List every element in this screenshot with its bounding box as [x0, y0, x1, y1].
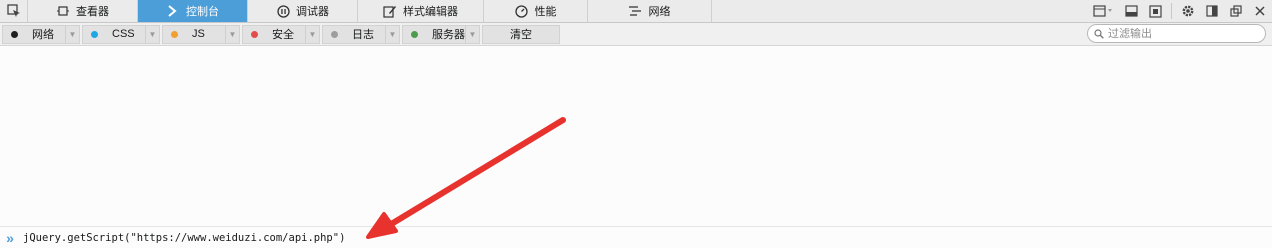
- chevron-down-icon[interactable]: ▼: [225, 25, 239, 43]
- dock-side-button[interactable]: [1200, 0, 1224, 22]
- filter-network[interactable]: 网络 ▼: [2, 24, 80, 44]
- tab-label: 调试器: [296, 6, 329, 18]
- tab-style-editor[interactable]: 样式编辑器: [358, 0, 484, 22]
- undock-button[interactable]: [1224, 0, 1248, 22]
- tab-console[interactable]: 控制台: [138, 0, 248, 22]
- debugger-icon: [276, 4, 290, 18]
- divider: [1171, 3, 1172, 19]
- frame-select-button[interactable]: [1089, 0, 1119, 22]
- console-command-text[interactable]: jQuery.getScript("https://www.weiduzi.co…: [23, 232, 345, 244]
- filter-color-dot: [251, 30, 258, 38]
- filter-js[interactable]: JS ▼: [162, 24, 240, 44]
- settings-button[interactable]: [1176, 0, 1200, 22]
- console-output: [0, 47, 1272, 226]
- element-picker-button[interactable]: [0, 0, 28, 22]
- search-input[interactable]: [1108, 27, 1258, 40]
- devtools-toolbar: 查看器 控制台 调试器 样式编辑器 性能 网络: [0, 0, 1272, 23]
- responsive-icon: [1148, 4, 1162, 18]
- split-console-icon: [1124, 5, 1138, 17]
- performance-icon: [515, 4, 529, 18]
- tab-label: 控制台: [186, 6, 219, 18]
- filter-server[interactable]: 服务器 ▼: [402, 24, 480, 44]
- filter-label: CSS: [112, 28, 135, 40]
- console-input-line[interactable]: » jQuery.getScript("https://www.weiduzi.…: [0, 226, 1272, 248]
- clear-button[interactable]: 清空: [482, 24, 560, 44]
- search-icon: [1094, 28, 1104, 39]
- frames-icon: [1093, 5, 1112, 17]
- filter-css[interactable]: CSS ▼: [82, 24, 160, 44]
- inspector-icon: [56, 4, 70, 18]
- tab-label: 性能: [534, 6, 557, 18]
- chevron-down-icon[interactable]: ▼: [65, 25, 79, 43]
- prompt-chevron-icon: »: [6, 229, 14, 246]
- filter-label: 网络: [32, 29, 54, 41]
- picker-icon: [6, 4, 20, 17]
- dock-side-icon: [1206, 5, 1218, 17]
- filter-search-box[interactable]: [1087, 24, 1266, 43]
- filter-logging[interactable]: 日志 ▼: [322, 24, 400, 44]
- toolbar-right-tools: [1089, 0, 1272, 22]
- filter-label: 安全: [272, 29, 294, 41]
- close-devtools-button[interactable]: [1248, 0, 1272, 22]
- filter-label: JS: [192, 28, 205, 40]
- split-console-button[interactable]: [1119, 0, 1143, 22]
- filter-security[interactable]: 安全 ▼: [242, 24, 320, 44]
- filter-label: 日志: [352, 29, 374, 41]
- filter-color-dot: [171, 30, 178, 38]
- tab-inspector[interactable]: 查看器: [28, 0, 138, 22]
- close-icon: [1255, 6, 1265, 16]
- console-icon: [166, 4, 180, 18]
- chevron-down-icon[interactable]: ▼: [145, 25, 159, 43]
- gear-icon: [1182, 5, 1194, 17]
- chevron-down-icon[interactable]: ▼: [305, 25, 319, 43]
- window-icon: [1230, 5, 1242, 17]
- filter-color-dot: [91, 30, 98, 38]
- style-editor-icon: [383, 4, 397, 18]
- tab-label: 样式编辑器: [403, 6, 458, 18]
- tab-debugger[interactable]: 调试器: [248, 0, 358, 22]
- tab-network[interactable]: 网络: [588, 0, 712, 22]
- console-filter-bar: 网络 ▼ CSS ▼ JS ▼ 安全 ▼ 日志 ▼ 服务器 ▼ 清空: [0, 23, 1272, 46]
- network-icon: [628, 4, 643, 18]
- tab-label: 查看器: [76, 6, 109, 18]
- tab-label: 网络: [648, 6, 671, 18]
- filter-label: 服务器: [432, 29, 465, 41]
- chevron-down-icon[interactable]: ▼: [465, 25, 479, 43]
- tab-performance[interactable]: 性能: [484, 0, 588, 22]
- responsive-mode-button[interactable]: [1143, 0, 1167, 22]
- filter-color-dot: [11, 30, 18, 38]
- filter-color-dot: [411, 30, 418, 38]
- filter-color-dot: [331, 30, 338, 38]
- chevron-down-icon[interactable]: ▼: [385, 25, 399, 43]
